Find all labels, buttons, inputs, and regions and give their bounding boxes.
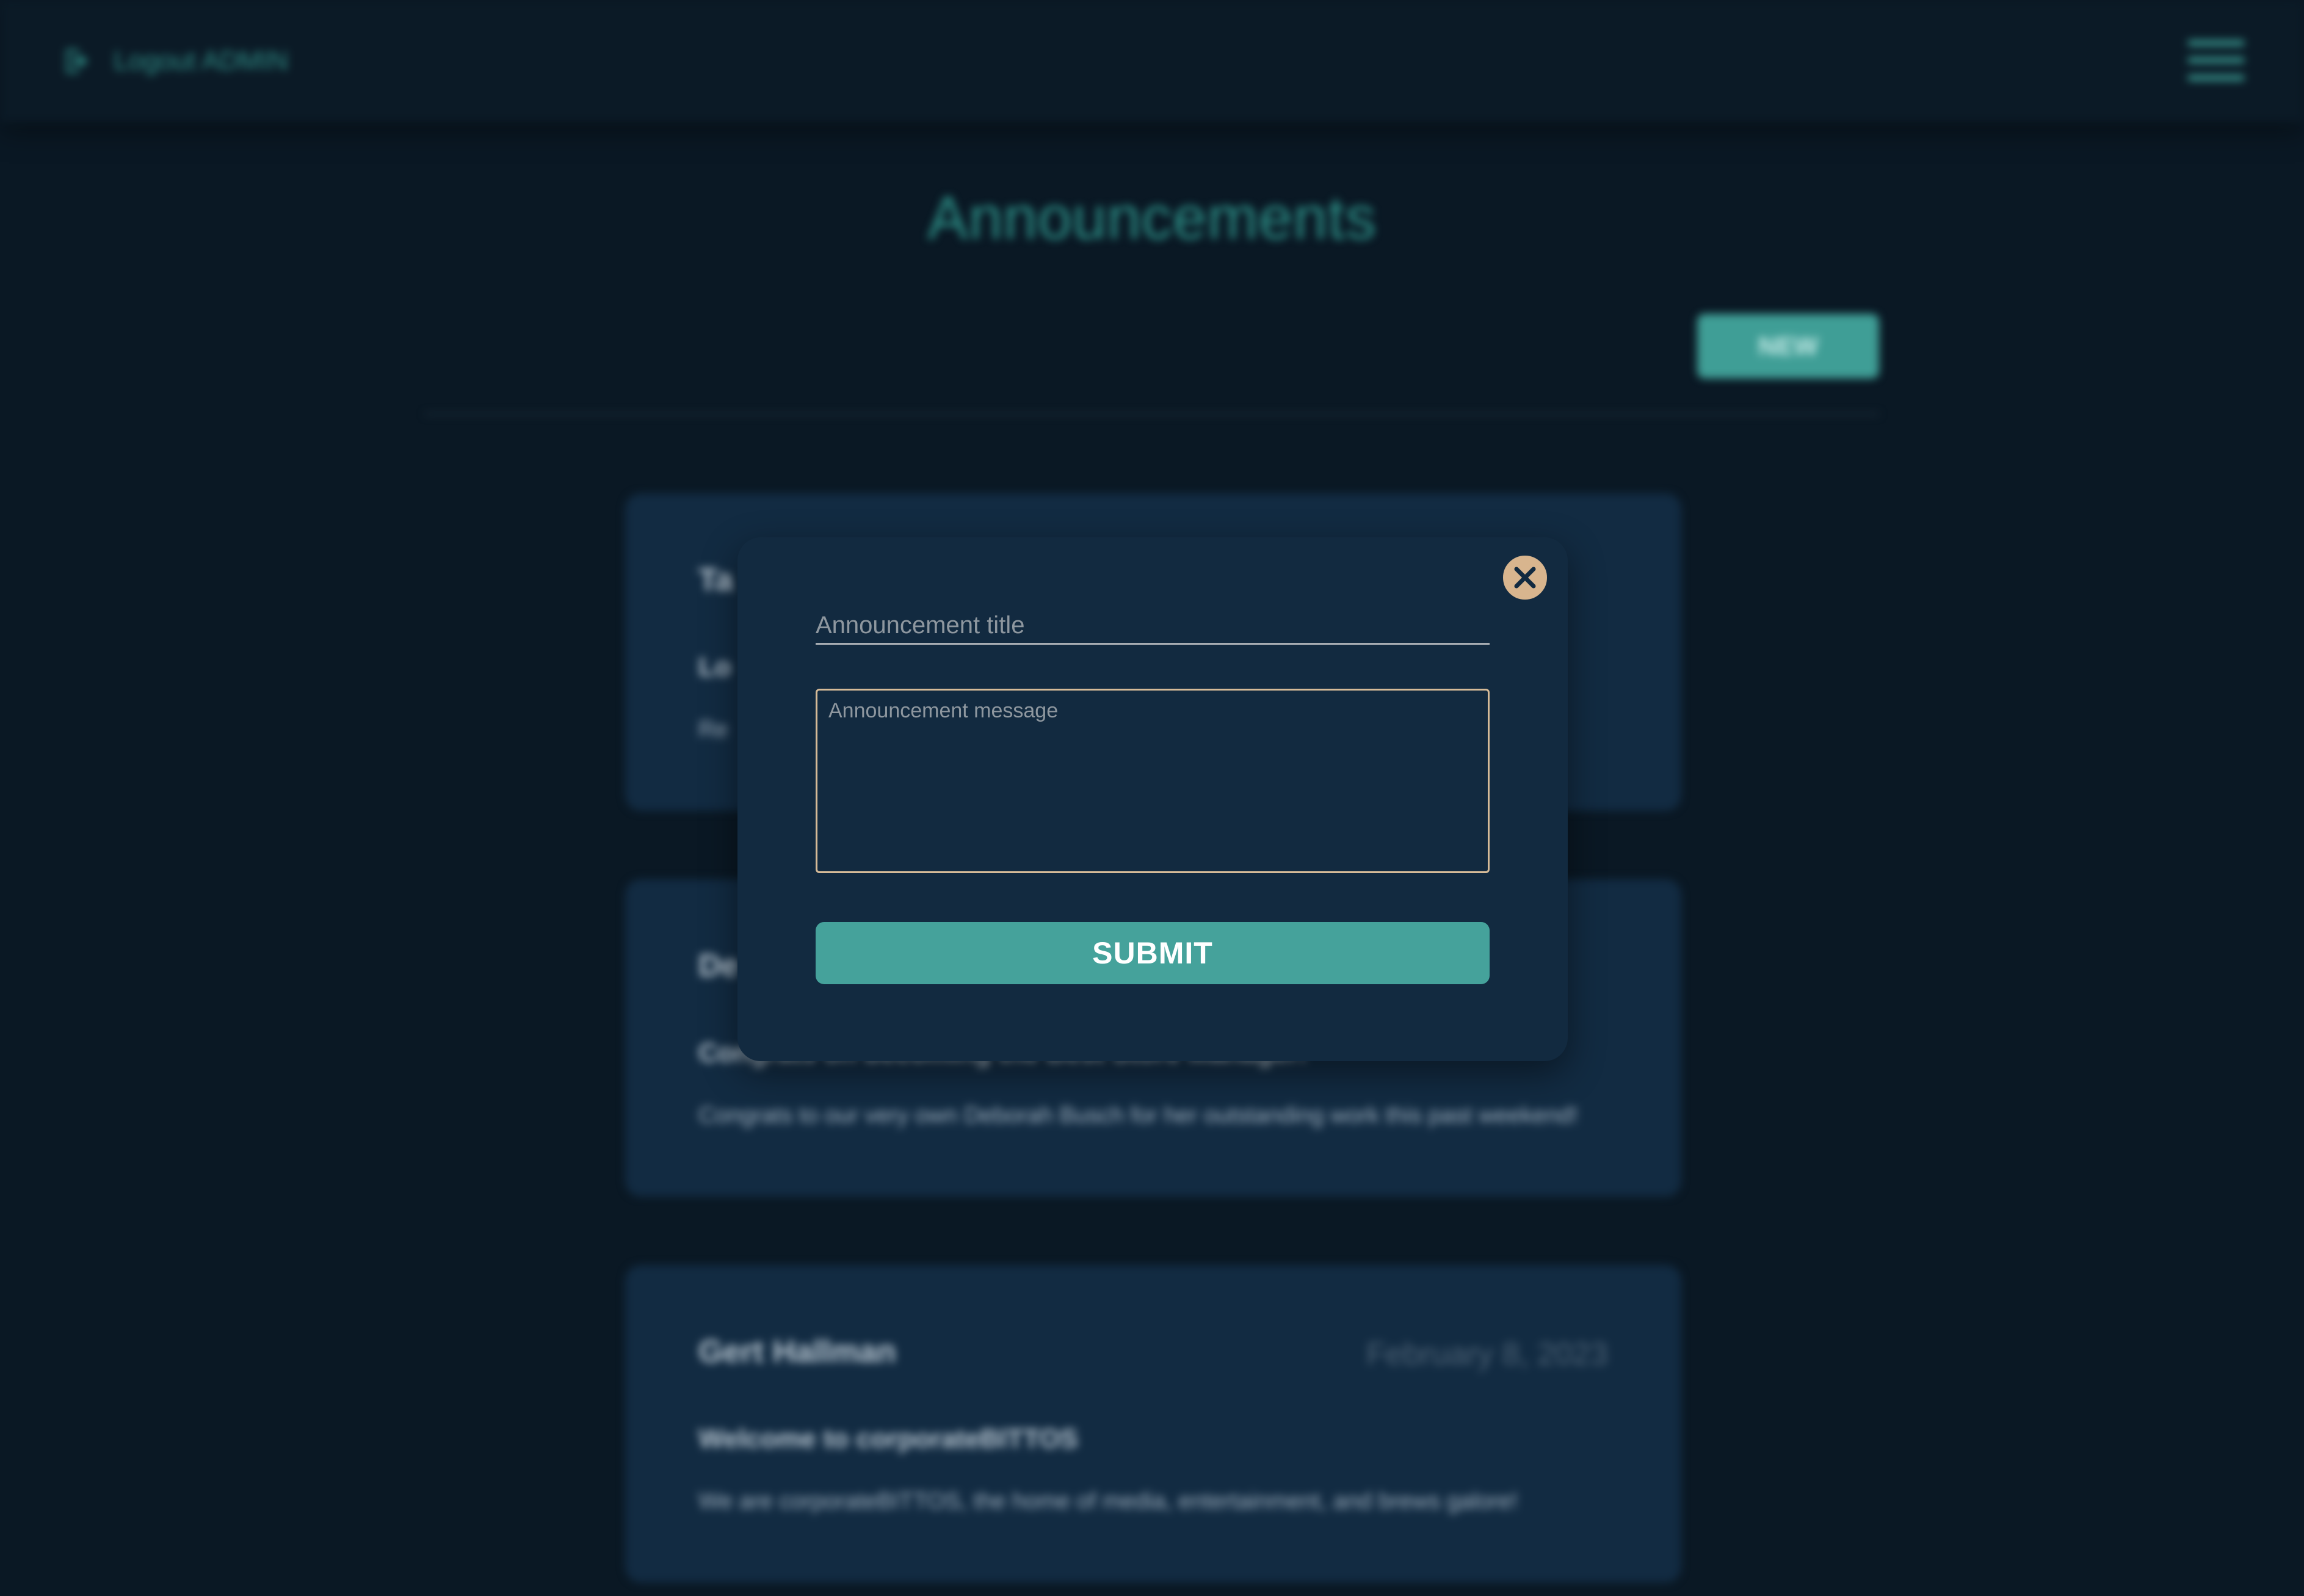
card-body: Congrats to our very own Deborah Busch f… <box>698 1103 1578 1128</box>
announcement-title-input[interactable] <box>816 608 1490 645</box>
close-button[interactable] <box>1501 553 1549 602</box>
divider <box>425 413 1879 415</box>
card-body: We are corporateBITTOS, the home of medi… <box>698 1489 1518 1514</box>
new-announcement-button[interactable]: NEW <box>1697 314 1879 379</box>
card-author: Ta <box>698 562 733 598</box>
close-icon <box>1514 567 1536 589</box>
card-author: De <box>698 948 739 984</box>
card-subject: Welcome to corporateBITTOS <box>698 1424 1078 1454</box>
logout-label: Logout ADMIN <box>114 46 289 76</box>
top-navigation-bar: Logout ADMIN <box>0 0 2304 122</box>
submit-button[interactable]: SUBMIT <box>816 922 1490 984</box>
card-date: February 8, 2023 <box>1366 1337 1608 1372</box>
announcement-message-textarea[interactable] <box>816 689 1490 873</box>
announcement-card: Gert Hallman February 8, 2023 Welcome to… <box>625 1265 1681 1583</box>
hamburger-line <box>2188 40 2244 46</box>
logout-icon <box>66 49 88 73</box>
hamburger-menu-icon[interactable] <box>2188 40 2244 81</box>
card-subject: Lo <box>698 652 731 682</box>
hamburger-line <box>2188 57 2244 63</box>
card-body: Re <box>698 717 728 742</box>
hamburger-line <box>2188 75 2244 81</box>
page-title: Announcements <box>927 184 1377 252</box>
card-author: Gert Hallman <box>698 1334 896 1369</box>
logout-link[interactable]: Logout ADMIN <box>61 43 288 79</box>
